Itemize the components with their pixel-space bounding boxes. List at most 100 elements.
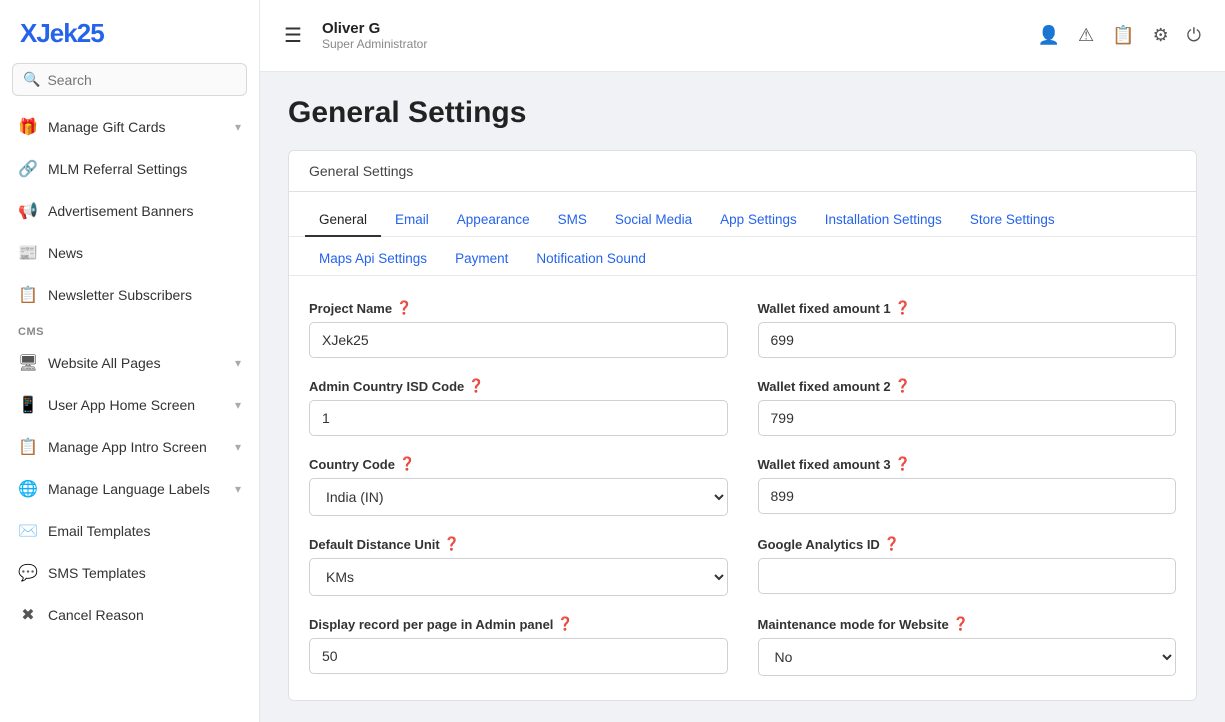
label-country-code: Country Code ❓ [309, 456, 728, 472]
sidebar-item-website-all-pages[interactable]: 🖥 Website All Pages ▾ [0, 342, 259, 384]
sidebar-item-label: Email Templates [48, 523, 241, 539]
tab-app-settings[interactable]: App Settings [706, 204, 811, 237]
document-icon[interactable]: 📋 [1112, 25, 1134, 46]
topbar-user: Oliver G Super Administrator [322, 20, 1024, 51]
tab-maps-api-settings[interactable]: Maps Api Settings [305, 243, 441, 276]
tab-appearance[interactable]: Appearance [443, 204, 544, 237]
field-google-analytics-id: Google Analytics ID ❓ [758, 536, 1177, 596]
field-default-distance-unit: Default Distance Unit ❓ KMs Miles [309, 536, 728, 596]
help-icon-distance-unit[interactable]: ❓ [444, 536, 460, 552]
input-display-record-per-page[interactable] [309, 638, 728, 674]
help-icon-wallet-3[interactable]: ❓ [895, 456, 911, 472]
sidebar-item-sms-templates[interactable]: 💬 SMS Templates [0, 552, 259, 594]
tab-store-settings[interactable]: Store Settings [956, 204, 1069, 237]
user-icon[interactable]: 👤 [1038, 25, 1060, 46]
sidebar-item-manage-app-intro-screen[interactable]: 📋 Manage App Intro Screen ▾ [0, 426, 259, 468]
mlm-icon: 🔗 [18, 159, 38, 179]
field-wallet-amount-3: Wallet fixed amount 3 ❓ [758, 456, 1177, 516]
main-content: ☰ Oliver G Super Administrator 👤 ⚠ 📋 ⚙ ⏻… [260, 0, 1225, 722]
sidebar-item-mlm-referral-settings[interactable]: 🔗 MLM Referral Settings [0, 148, 259, 190]
label-maintenance-mode: Maintenance mode for Website ❓ [758, 616, 1177, 632]
field-project-name: Project Name ❓ [309, 300, 728, 358]
tab-general[interactable]: General [305, 204, 381, 237]
sidebar-item-label: Newsletter Subscribers [48, 287, 241, 303]
search-box[interactable]: 🔍 [12, 63, 247, 96]
help-icon-wallet-1[interactable]: ❓ [895, 300, 911, 316]
field-wallet-amount-2: Wallet fixed amount 2 ❓ [758, 378, 1177, 436]
sidebar-item-label: Cancel Reason [48, 607, 241, 623]
sidebar-item-label: SMS Templates [48, 565, 241, 581]
tabs-row-2: Maps Api Settings Payment Notification S… [289, 237, 1196, 276]
menu-icon[interactable]: ☰ [284, 23, 302, 48]
topbar: ☰ Oliver G Super Administrator 👤 ⚠ 📋 ⚙ ⏻ [260, 0, 1225, 72]
tabs-row-1: General Email Appearance SMS Social Medi… [289, 192, 1196, 237]
sidebar-item-manage-language-labels[interactable]: 🌐 Manage Language Labels ▾ [0, 468, 259, 510]
website-icon: 🖥 [18, 353, 38, 373]
sidebar: XJek25 🔍 🎁 Manage Gift Cards ▾ 🔗 MLM Ref… [0, 0, 260, 722]
logo: XJek25 [0, 0, 259, 63]
select-default-distance-unit[interactable]: KMs Miles [309, 558, 728, 596]
input-wallet-amount-1[interactable] [758, 322, 1177, 358]
input-wallet-amount-3[interactable] [758, 478, 1177, 514]
help-icon-display-record[interactable]: ❓ [557, 616, 573, 632]
user-role: Super Administrator [322, 37, 1024, 51]
tab-sms[interactable]: SMS [544, 204, 601, 237]
search-icon: 🔍 [23, 71, 40, 88]
label-wallet-amount-3: Wallet fixed amount 3 ❓ [758, 456, 1177, 472]
help-icon-analytics-id[interactable]: ❓ [884, 536, 900, 552]
sidebar-item-advertisement-banners[interactable]: 📢 Advertisement Banners [0, 190, 259, 232]
tab-installation-settings[interactable]: Installation Settings [811, 204, 956, 237]
newsletter-icon: 📋 [18, 285, 38, 305]
label-wallet-amount-2: Wallet fixed amount 2 ❓ [758, 378, 1177, 394]
field-maintenance-mode: Maintenance mode for Website ❓ No Yes [758, 616, 1177, 676]
select-country-code[interactable]: India (IN) United States (US) United Kin… [309, 478, 728, 516]
sidebar-item-label: News [48, 245, 241, 261]
chevron-down-icon: ▾ [235, 398, 241, 412]
form-grid: Project Name ❓ Wallet fixed amount 1 ❓ [309, 300, 1176, 676]
language-icon: 🌐 [18, 479, 38, 499]
tab-social-media[interactable]: Social Media [601, 204, 706, 237]
search-input[interactable] [47, 72, 236, 88]
email-icon: ✉️ [18, 521, 38, 541]
chevron-down-icon: ▾ [235, 482, 241, 496]
label-default-distance-unit: Default Distance Unit ❓ [309, 536, 728, 552]
tab-payment[interactable]: Payment [441, 243, 522, 276]
tab-email[interactable]: Email [381, 204, 443, 237]
label-wallet-amount-1: Wallet fixed amount 1 ❓ [758, 300, 1177, 316]
input-google-analytics-id[interactable] [758, 558, 1177, 594]
sidebar-item-email-templates[interactable]: ✉️ Email Templates [0, 510, 259, 552]
sidebar-item-news[interactable]: 📰 News [0, 232, 259, 274]
sidebar-item-user-app-home-screen[interactable]: 📱 User App Home Screen ▾ [0, 384, 259, 426]
help-icon-isd-code[interactable]: ❓ [468, 378, 484, 394]
card-header: General Settings [289, 151, 1196, 192]
logo-text-black: XJek [20, 18, 77, 48]
tab-notification-sound[interactable]: Notification Sound [522, 243, 660, 276]
input-wallet-amount-2[interactable] [758, 400, 1177, 436]
help-icon-project-name[interactable]: ❓ [396, 300, 412, 316]
sidebar-item-newsletter-subscribers[interactable]: 📋 Newsletter Subscribers [0, 274, 259, 316]
mobile-icon: 📱 [18, 395, 38, 415]
sidebar-item-cancel-reason[interactable]: ✖ Cancel Reason [0, 594, 259, 636]
sms-icon: 💬 [18, 563, 38, 583]
input-project-name[interactable] [309, 322, 728, 358]
help-icon-maintenance-mode[interactable]: ❓ [953, 616, 969, 632]
sidebar-item-manage-gift-cards[interactable]: 🎁 Manage Gift Cards ▾ [0, 106, 259, 148]
form-body: Project Name ❓ Wallet fixed amount 1 ❓ [289, 276, 1196, 700]
gift-card-icon: 🎁 [18, 117, 38, 137]
power-icon[interactable]: ⏻ [1187, 25, 1201, 46]
app-intro-icon: 📋 [18, 437, 38, 457]
field-country-code: Country Code ❓ India (IN) United States … [309, 456, 728, 516]
gear-icon[interactable]: ⚙ [1153, 25, 1169, 46]
alert-icon[interactable]: ⚠ [1078, 25, 1094, 46]
input-admin-country-isd-code[interactable] [309, 400, 728, 436]
field-wallet-amount-1: Wallet fixed amount 1 ❓ [758, 300, 1177, 358]
select-maintenance-mode[interactable]: No Yes [758, 638, 1177, 676]
sidebar-item-label: MLM Referral Settings [48, 161, 241, 177]
help-icon-wallet-2[interactable]: ❓ [895, 378, 911, 394]
chevron-down-icon: ▾ [235, 356, 241, 370]
sidebar-item-label: Manage App Intro Screen [48, 439, 225, 455]
chevron-down-icon: ▾ [235, 120, 241, 134]
sidebar-item-label: Manage Language Labels [48, 481, 225, 497]
label-project-name: Project Name ❓ [309, 300, 728, 316]
help-icon-country-code[interactable]: ❓ [399, 456, 415, 472]
